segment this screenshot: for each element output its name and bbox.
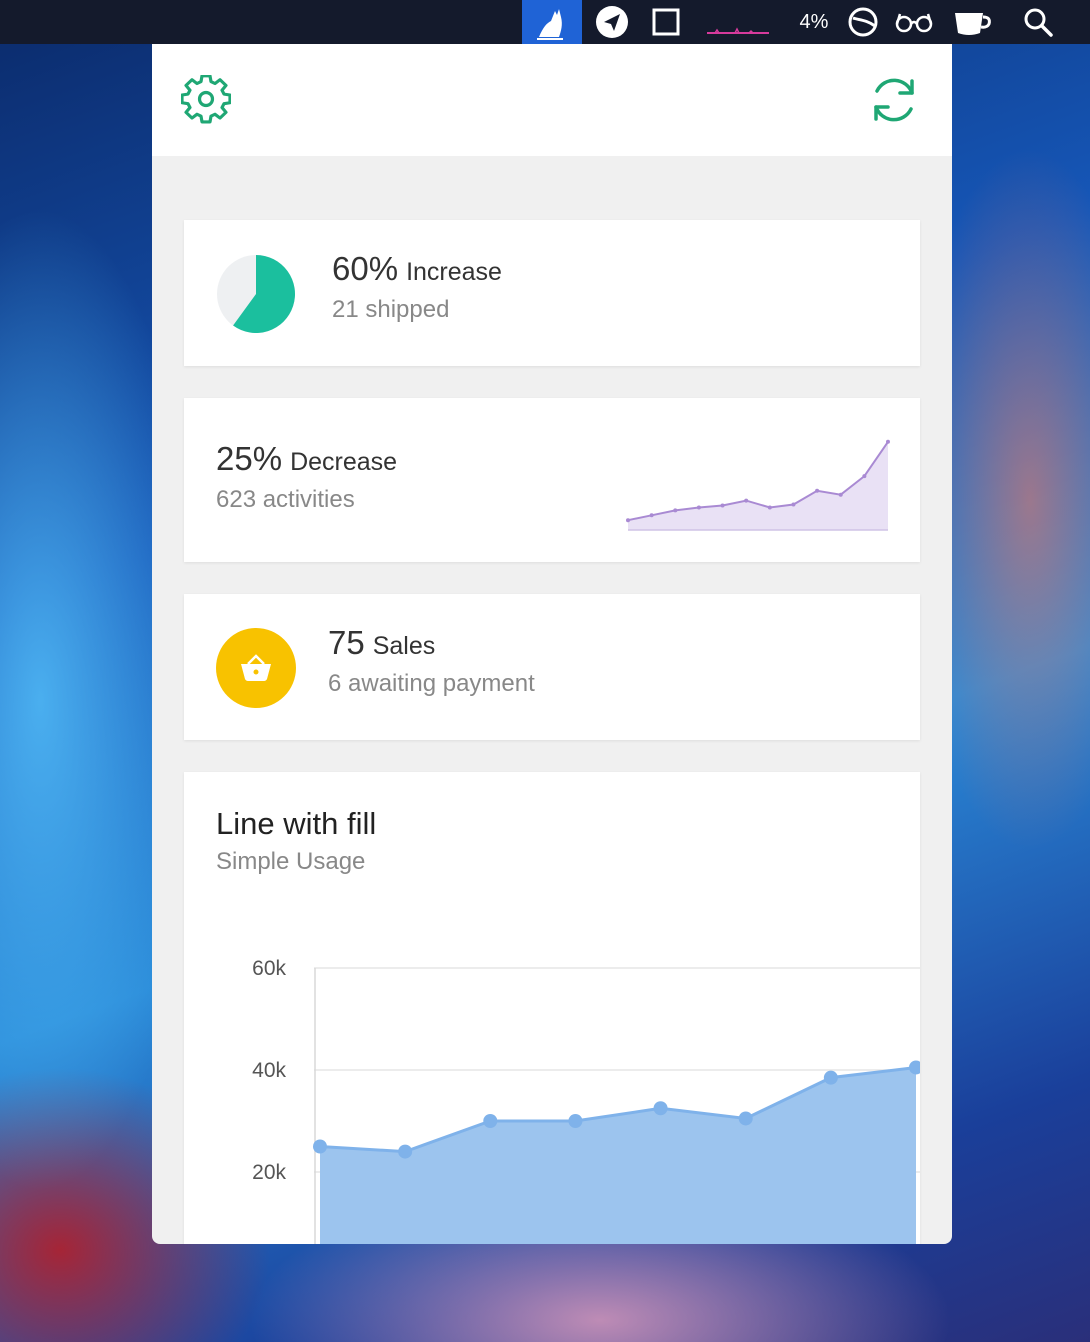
basket-icon: [216, 628, 296, 708]
line-chart-card: Line with fill Simple Usage 60k 40k 20k: [184, 772, 920, 1244]
sparkline-point: [815, 488, 820, 493]
sparkline-point: [767, 505, 772, 510]
data-point: [738, 1111, 753, 1126]
cat-icon[interactable]: [522, 0, 582, 44]
sparkline-point: [838, 492, 843, 497]
coffee-cup-icon[interactable]: [950, 0, 994, 44]
data-point: [653, 1101, 668, 1116]
square-icon[interactable]: [648, 0, 684, 44]
shipped-pie-chart: [217, 255, 296, 333]
glasses-icon[interactable]: [892, 0, 936, 44]
sales-value: 75: [328, 624, 365, 661]
send-icon[interactable]: [594, 0, 630, 44]
menu-bar: 4%: [0, 0, 1090, 44]
gear-icon[interactable]: [180, 74, 232, 126]
activities-sparkline: [626, 439, 890, 531]
sparkline-point: [673, 508, 678, 513]
shipped-unit: Increase: [406, 258, 502, 286]
y-tick-label: 40k: [252, 1059, 286, 1082]
shipped-subtitle: 21 shipped: [332, 296, 450, 323]
moon-icon[interactable]: [846, 0, 880, 44]
y-tick-label: 20k: [252, 1161, 286, 1184]
data-point: [313, 1139, 327, 1154]
sales-subtitle: 6 awaiting payment: [328, 670, 535, 697]
chart-subtitle: Simple Usage: [216, 848, 366, 875]
shipped-card: 60% Increase 21 shipped: [184, 220, 920, 366]
dashboard-popover: 60% Increase 21 shipped 25% Decrease 623 a…: [152, 44, 952, 1244]
shipped-value: 60%: [332, 250, 399, 287]
refresh-icon[interactable]: [868, 74, 920, 126]
sales-unit: Sales: [372, 632, 436, 660]
sparkline-point: [886, 439, 890, 444]
data-point: [483, 1114, 498, 1128]
activities-unit: Decrease: [290, 448, 398, 476]
activity-graph-icon[interactable]: [704, 0, 772, 44]
sparkline-point: [862, 474, 867, 479]
sparkline-area: [628, 441, 888, 530]
sparkline-point: [626, 518, 630, 523]
y-tick-label: 60k: [252, 957, 286, 980]
activities-subtitle: 623 activities: [216, 486, 355, 513]
data-point: [568, 1114, 583, 1128]
sparkline-point: [649, 513, 654, 518]
usage-area-chart: 60k 40k 20k: [252, 957, 920, 1244]
chart-title: Line with fill: [216, 806, 377, 841]
sparkline-point: [791, 502, 796, 507]
sales-card: 75 Sales 6 awaiting payment: [184, 594, 920, 740]
activities-value: 25%: [216, 440, 283, 477]
search-icon[interactable]: [1018, 0, 1058, 44]
sparkline-point: [744, 498, 749, 503]
data-point: [823, 1070, 838, 1085]
popover-header: [152, 44, 952, 156]
sparkline-point: [696, 505, 701, 510]
cpu-percent[interactable]: 4%: [792, 0, 836, 44]
sparkline-point: [720, 503, 725, 508]
activities-card: 25% Decrease 623 activities: [184, 398, 920, 562]
data-point: [398, 1144, 413, 1159]
